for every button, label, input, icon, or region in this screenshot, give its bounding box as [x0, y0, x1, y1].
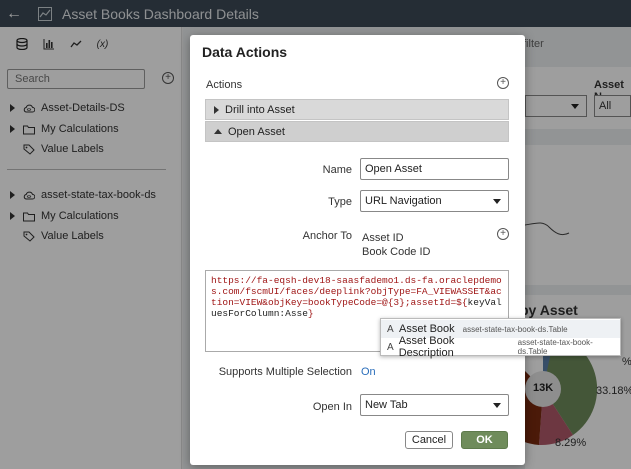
supports-multiple-label: Supports Multiple Selection [218, 366, 352, 378]
expand-icon[interactable] [214, 105, 219, 114]
ok-button[interactable]: OK [461, 431, 508, 449]
url-text: https://fa-eqsh-dev18-saasfademo1.ds-fa.… [211, 275, 502, 308]
chevron-down-icon [493, 403, 501, 408]
autocomplete-source: asset-state-tax-book-ds.Table [462, 324, 568, 334]
type-label: Type [328, 196, 352, 208]
column-autocomplete: A Asset Book asset-state-tax-book-ds.Tab… [380, 318, 621, 359]
name-field[interactable]: Open Asset [360, 158, 509, 180]
action-item-open-asset[interactable]: Open Asset [205, 121, 509, 142]
action-label: Open Asset [228, 125, 285, 138]
autocomplete-source: asset-state-tax-book-ds.Table [517, 338, 593, 356]
action-label: Drill into Asset [225, 103, 295, 116]
anchor-label: Anchor To [302, 230, 352, 242]
add-anchor-icon[interactable]: + [497, 228, 509, 240]
data-actions-dialog: Data Actions Actions + Drill into Asset … [190, 35, 525, 465]
name-label: Name [322, 164, 352, 176]
chevron-down-icon [493, 199, 501, 204]
type-value: URL Navigation [365, 195, 442, 207]
cancel-button[interactable]: Cancel [405, 431, 453, 449]
autocomplete-label: Asset Book [399, 323, 455, 335]
anchor-value: Asset ID [362, 232, 404, 244]
name-value: Open Asset [365, 163, 422, 175]
action-item-drill[interactable]: Drill into Asset [205, 99, 509, 120]
open-in-label: Open In [312, 401, 352, 413]
add-action-icon[interactable]: + [497, 77, 509, 89]
supports-multiple-toggle[interactable]: On [361, 366, 376, 378]
actions-label: Actions [206, 79, 243, 91]
attribute-icon: A [387, 341, 394, 353]
anchor-value: Book Code ID [362, 246, 431, 258]
attribute-icon: A [387, 323, 394, 335]
url-text-end: } [307, 308, 314, 319]
autocomplete-item[interactable]: A Asset Book Description asset-state-tax… [381, 335, 620, 359]
autocomplete-label: Asset Book Description [398, 335, 455, 359]
open-in-value: New Tab [365, 399, 408, 411]
collapse-icon[interactable] [214, 129, 222, 134]
type-select[interactable]: URL Navigation [360, 190, 509, 212]
dialog-title: Data Actions [202, 44, 288, 60]
open-in-select[interactable]: New Tab [360, 394, 509, 416]
